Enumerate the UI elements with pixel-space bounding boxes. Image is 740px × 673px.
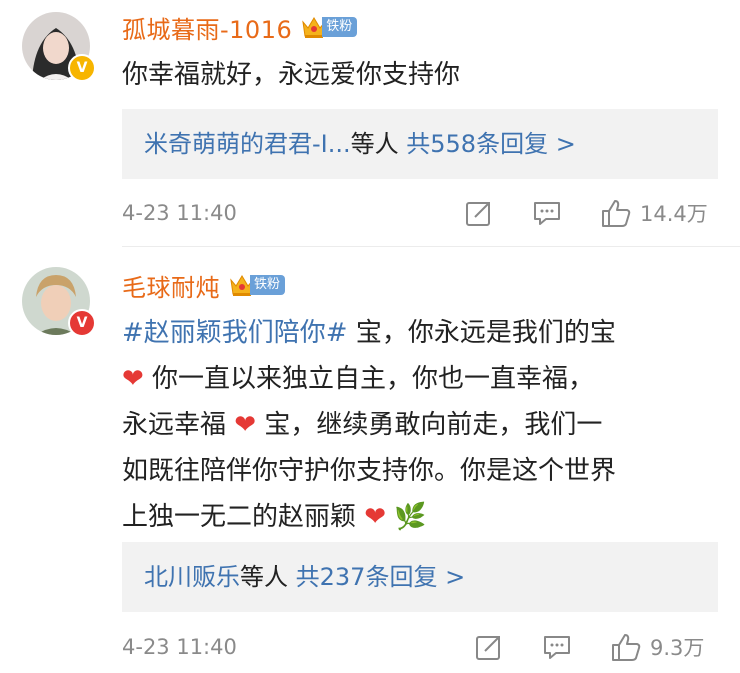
timestamp: 4-23 11:40 (122, 635, 237, 659)
comment-line: 永远幸福 ❤ 宝，继续勇敢向前走，我们一 (122, 402, 722, 448)
verified-badge-icon: V (68, 54, 96, 82)
heart-emoji-icon: ❤ (234, 410, 257, 440)
thumbs-up-icon (612, 634, 641, 661)
comment-icon (534, 202, 560, 225)
comment-text: #赵丽颖我们陪你# 宝，你永远是我们的宝 ❤ 你一直以来独立自主，你也一直幸福，… (122, 310, 722, 540)
reply-suffix: 等人 (350, 130, 399, 158)
comment-line: ❤ 你一直以来独立自主，你也一直幸福， (122, 356, 722, 402)
comment-meta: 4-23 11:40 14.4万 (122, 195, 722, 231)
comment-line-text: 如既往陪伴你守护你支持你。你是这个世界 (122, 456, 617, 486)
heart-emoji-icon: ❤ (364, 502, 387, 532)
comment-line: 如既往陪伴你守护你支持你。你是这个世界 (122, 448, 722, 494)
leaf-emoji-icon: 🌿 (394, 502, 427, 532)
reply-users: 北川贩乐 (144, 563, 240, 591)
avatar[interactable]: V (22, 12, 96, 82)
topic-link[interactable]: #赵丽颖我们陪你# (122, 318, 348, 348)
comment-line-text: 上独一无二的赵丽颖 (122, 502, 365, 532)
comment-button[interactable] (542, 632, 572, 662)
like-count: 9.3万 (650, 636, 705, 660)
reply-users: 米奇萌萌的君君-I... (144, 130, 351, 158)
comment-line-text: 你一直以来独立自主，你也一直幸福， (143, 364, 595, 394)
replies-summary[interactable]: 北川贩乐等人 共237条回复 > (122, 542, 718, 612)
divider (122, 246, 740, 247)
share-button[interactable] (464, 198, 494, 228)
fan-badge: 铁粉 (300, 14, 358, 40)
reply-count: 共558条回复 > (406, 130, 576, 158)
verified-badge-icon: V (68, 309, 96, 337)
comment-item: V 毛球耐炖 铁粉 #赵丽颖我们陪你# 宝，你永远是我们的宝 ❤ 你一直以来独立… (0, 250, 740, 673)
comment-item: V 孤城暮雨-1016 铁粉 你幸福就好，永远爱你支持你 米奇萌萌的君君-I..… (0, 0, 740, 248)
reply-count: 共237条回复 > (295, 563, 466, 591)
username-row: 毛球耐炖 铁粉 (122, 268, 286, 303)
like-count: 14.4万 (640, 202, 708, 226)
comment-meta: 4-23 11:40 9.3万 (122, 629, 722, 665)
share-button[interactable] (474, 632, 504, 662)
share-icon (476, 636, 500, 660)
like-button[interactable]: 14.4万 (600, 197, 708, 229)
like-button[interactable]: 9.3万 (610, 631, 704, 663)
share-icon (466, 202, 490, 226)
comment-line-text: 宝，你永远是我们的宝 (347, 318, 616, 348)
fan-badge-label: 铁粉 (250, 275, 286, 295)
thumbs-up-icon (602, 200, 631, 227)
username[interactable]: 孤城暮雨-1016 (122, 10, 292, 45)
comment-button[interactable] (532, 198, 562, 228)
heart-emoji-icon: ❤ (122, 364, 144, 394)
username[interactable]: 毛球耐炖 (122, 268, 220, 303)
comment-icon (544, 636, 570, 659)
avatar[interactable]: V (22, 267, 96, 337)
comment-line-text: 永远幸福 (122, 410, 235, 440)
username-row: 孤城暮雨-1016 铁粉 (122, 10, 358, 45)
fan-badge-label: 铁粉 (322, 17, 358, 37)
fan-badge: 铁粉 (228, 272, 286, 298)
comment-line: #赵丽颖我们陪你# 宝，你永远是我们的宝 (122, 310, 722, 356)
reply-suffix: 等人 (240, 563, 288, 591)
comment-line: 上独一无二的赵丽颖 ❤ 🌿 (122, 494, 722, 540)
comment-line-text: 宝，继续勇敢向前走，我们一 (256, 410, 603, 440)
comment-text: 你幸福就好，永远爱你支持你 (122, 60, 461, 90)
timestamp: 4-23 11:40 (122, 201, 237, 225)
replies-summary[interactable]: 米奇萌萌的君君-I...等人 共558条回复 > (122, 109, 718, 179)
